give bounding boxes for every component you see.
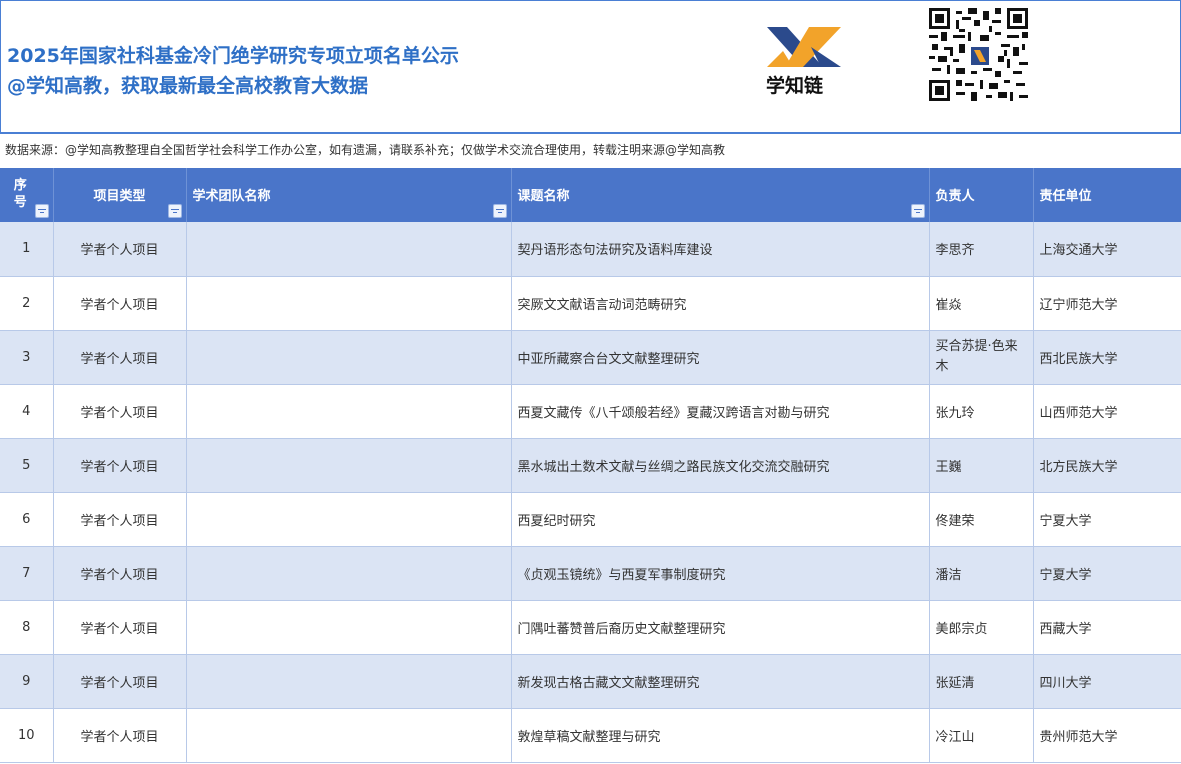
table-header-row: 序号 项目类型 学术团队名称 课题名称 负责人 责任单位 [0,168,1181,222]
cell-team[interactable] [186,654,512,709]
cell-unit[interactable]: 辽宁师范大学 [1033,276,1181,331]
column-header-label: 学术团队名称 [192,188,271,204]
data-source-note: 数据来源：@学知高教整理自全国哲学社会科学工作办公室，如有遗漏，请联系补充；仅做… [5,143,726,157]
cell-type[interactable]: 学者个人项目 [53,330,187,385]
cell-leader[interactable]: 佟建荣 [929,492,1034,547]
cell-unit[interactable]: 北方民族大学 [1033,438,1181,493]
cell-leader[interactable]: 李思齐 [929,222,1034,277]
cell-unit[interactable]: 上海交通大学 [1033,222,1181,277]
cell-no[interactable]: 3 [0,330,54,385]
cell-unit[interactable]: 四川大学 [1033,654,1181,709]
filter-icon[interactable] [492,204,507,218]
filter-icon[interactable] [910,204,925,218]
cell-type[interactable]: 学者个人项目 [53,492,187,547]
cell-leader[interactable]: 张延清 [929,654,1034,709]
column-header-topic: 课题名称 [511,168,930,222]
cell-no[interactable]: 4 [0,384,54,439]
column-header-leader: 负责人 [929,168,1034,222]
cell-no[interactable]: 10 [0,708,54,763]
cell-unit[interactable]: 西北民族大学 [1033,330,1181,385]
cell-no[interactable]: 8 [0,600,54,655]
cell-team[interactable] [186,222,512,277]
cell-no[interactable]: 5 [0,438,54,493]
project-table: 序号 项目类型 学术团队名称 课题名称 负责人 责任单位 1 学者个人项目 契丹… [0,168,1181,763]
table-row[interactable]: 5 学者个人项目 黑水城出土数术文献与丝绸之路民族文化交流交融研究 王巍 北方民… [0,438,1181,493]
cell-topic[interactable]: 突厥文文献语言动词范畴研究 [511,276,930,331]
cell-leader[interactable]: 冷江山 [929,708,1034,763]
column-header-label: 责任单位 [1039,188,1092,204]
column-header-label: 项目类型 [93,188,146,204]
cell-leader[interactable]: 潘洁 [929,546,1034,601]
cell-no[interactable]: 6 [0,492,54,547]
cell-type[interactable]: 学者个人项目 [53,708,187,763]
cell-topic[interactable]: 西夏纪时研究 [511,492,930,547]
cell-team[interactable] [186,546,512,601]
cell-team[interactable] [186,276,512,331]
page-subtitle: @学知高教，获取最新最全高校教育大数据 [7,75,369,97]
table-row[interactable]: 2 学者个人项目 突厥文文献语言动词范畴研究 崔焱 辽宁师范大学 [0,276,1181,331]
cell-topic[interactable]: 中亚所藏察合台文文献整理研究 [511,330,930,385]
cell-type[interactable]: 学者个人项目 [53,546,187,601]
cell-team[interactable] [186,384,512,439]
cell-topic[interactable]: 新发现古格古藏文文献整理研究 [511,654,930,709]
page-title: 2025年国家社科基金冷门绝学研究专项立项名单公示 [7,45,459,67]
cell-team[interactable] [186,330,512,385]
cell-topic[interactable]: 《贞观玉镜统》与西夏军事制度研究 [511,546,930,601]
table-row[interactable]: 10 学者个人项目 敦煌草稿文献整理与研究 冷江山 贵州师范大学 [0,708,1181,763]
cell-no[interactable]: 2 [0,276,54,331]
table-row[interactable]: 6 学者个人项目 西夏纪时研究 佟建荣 宁夏大学 [0,492,1181,547]
cell-unit[interactable]: 宁夏大学 [1033,546,1181,601]
column-header-no: 序号 [0,168,54,222]
cell-unit[interactable]: 山西师范大学 [1033,384,1181,439]
cell-unit[interactable]: 西藏大学 [1033,600,1181,655]
page-header: 2025年国家社科基金冷门绝学研究专项立项名单公示 @学知高教，获取最新最全高校… [0,0,1181,134]
cell-leader[interactable]: 王巍 [929,438,1034,493]
column-header-type: 项目类型 [53,168,187,222]
filter-icon[interactable] [34,204,49,218]
cell-topic[interactable]: 敦煌草稿文献整理与研究 [511,708,930,763]
column-header-unit: 责任单位 [1033,168,1181,222]
cell-topic[interactable]: 西夏文藏传《八千颂般若经》夏藏汉跨语言对勘与研究 [511,384,930,439]
cell-type[interactable]: 学者个人项目 [53,438,187,493]
cell-no[interactable]: 1 [0,222,54,277]
cell-team[interactable] [186,492,512,547]
cell-topic[interactable]: 门隅吐蕃赞普后裔历史文献整理研究 [511,600,930,655]
cell-leader[interactable]: 买合苏提·色来木 [929,330,1034,385]
filter-icon[interactable] [167,204,182,218]
cell-unit[interactable]: 贵州师范大学 [1033,708,1181,763]
cell-type[interactable]: 学者个人项目 [53,600,187,655]
column-header-team: 学术团队名称 [186,168,512,222]
table-row[interactable]: 8 学者个人项目 门隅吐蕃赞普后裔历史文献整理研究 美郎宗贞 西藏大学 [0,600,1181,655]
cell-leader[interactable]: 美郎宗贞 [929,600,1034,655]
qr-code-icon [929,8,1028,101]
cell-type[interactable]: 学者个人项目 [53,276,187,331]
table-row[interactable]: 4 学者个人项目 西夏文藏传《八千颂般若经》夏藏汉跨语言对勘与研究 张九玲 山西… [0,384,1181,439]
table-row[interactable]: 3 学者个人项目 中亚所藏察合台文文献整理研究 买合苏提·色来木 西北民族大学 [0,330,1181,385]
cell-no[interactable]: 7 [0,546,54,601]
cell-leader[interactable]: 崔焱 [929,276,1034,331]
column-header-label: 课题名称 [517,188,570,204]
cell-unit[interactable]: 宁夏大学 [1033,492,1181,547]
column-header-label: 序号 [13,178,27,210]
cell-team[interactable] [186,708,512,763]
table-row[interactable]: 1 学者个人项目 契丹语形态句法研究及语料库建设 李思齐 上海交通大学 [0,222,1181,277]
cell-team[interactable] [186,438,512,493]
cell-type[interactable]: 学者个人项目 [53,384,187,439]
cell-topic[interactable]: 黑水城出土数术文献与丝绸之路民族文化交流交融研究 [511,438,930,493]
cell-type[interactable]: 学者个人项目 [53,654,187,709]
cell-no[interactable]: 9 [0,654,54,709]
logo-text: 学知链 [766,75,824,97]
cell-team[interactable] [186,600,512,655]
cell-type[interactable]: 学者个人项目 [53,222,187,277]
cell-topic[interactable]: 契丹语形态句法研究及语料库建设 [511,222,930,277]
column-header-label: 负责人 [935,188,975,204]
table-row[interactable]: 9 学者个人项目 新发现古格古藏文文献整理研究 张延清 四川大学 [0,654,1181,709]
table-row[interactable]: 7 学者个人项目 《贞观玉镜统》与西夏军事制度研究 潘洁 宁夏大学 [0,546,1181,601]
cell-leader[interactable]: 张九玲 [929,384,1034,439]
